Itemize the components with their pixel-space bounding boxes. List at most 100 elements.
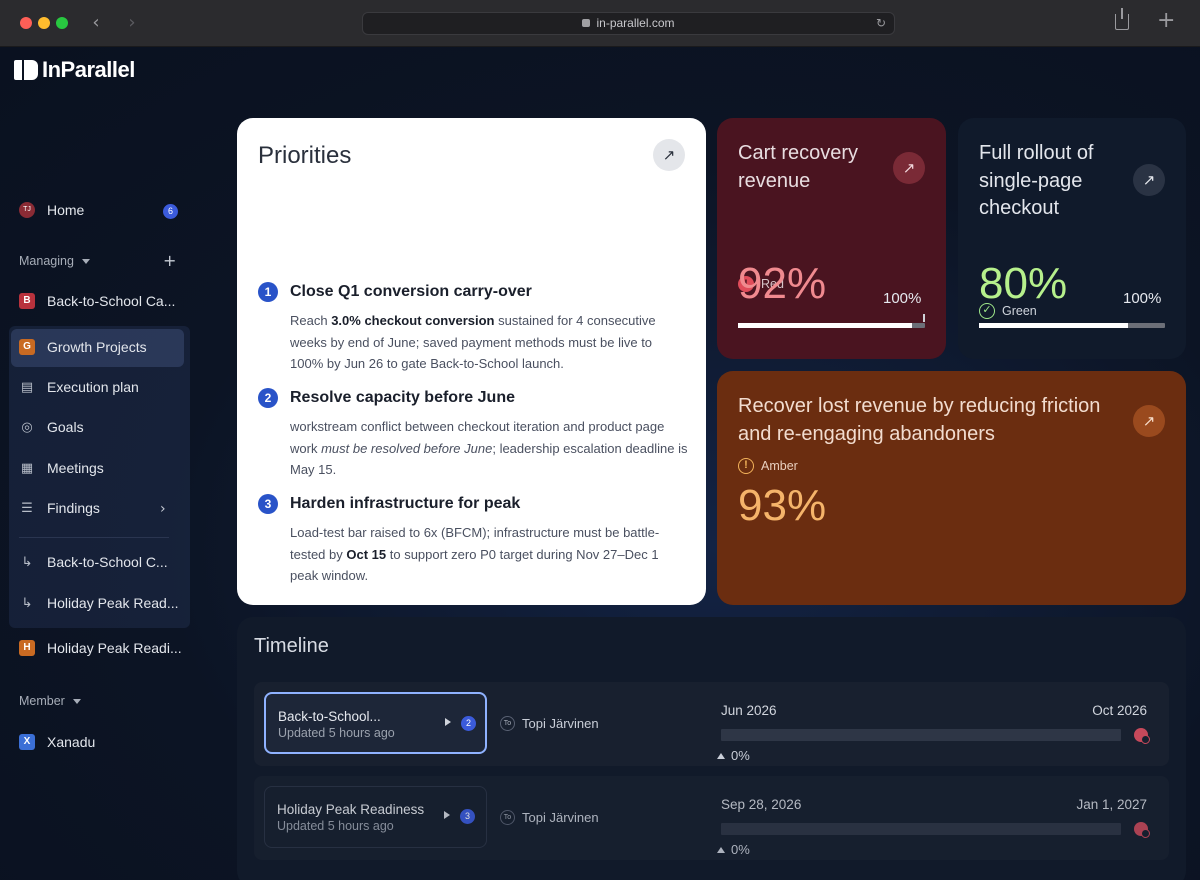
priority-item: 1 Close Q1 conversion carry-over Reach 3… [258, 282, 688, 375]
timeline-track [721, 729, 1121, 741]
single-page-checkout-card[interactable]: Full rollout of single-page checkout ↗ ✓… [958, 118, 1186, 359]
back-arrow-icon[interactable]: ‹ [86, 12, 106, 34]
up-triangle-icon [717, 846, 725, 853]
priorities-title: Priorities [258, 142, 352, 169]
app-window: InParallel TJ Home 6 Managing + B Back-t… [0, 47, 1200, 880]
sub-arrow-icon: ↳ [21, 595, 33, 611]
sidebar-item-holiday-peak[interactable]: H Holiday Peak Readi... [19, 640, 182, 656]
owner-name: Topi Järvinen [522, 716, 599, 731]
metric-target: 100% [883, 290, 922, 307]
project-marker: X [19, 734, 35, 750]
status-label: Amber [761, 459, 798, 473]
sidebar-item-sub-back-to-school[interactable]: ↳ Back-to-School C... [19, 554, 168, 570]
sidebar-item-label: Growth Projects [47, 339, 147, 355]
project-marker: B [19, 293, 35, 309]
priority-item: 3 Harden infrastructure for peak Load-te… [258, 494, 688, 587]
end-date: Oct 2026 [1092, 703, 1147, 718]
progress-fill [979, 323, 1128, 328]
sidebar-item-label: Goals [47, 419, 84, 435]
count-badge: 3 [460, 809, 475, 824]
reload-icon[interactable]: ↻ [876, 13, 886, 34]
document-icon: ▤ [20, 379, 34, 395]
risk-icon [1134, 728, 1150, 744]
owner: To Topi Järvinen [500, 810, 599, 825]
progress-bar [979, 323, 1165, 328]
new-tab-icon[interactable]: + [1157, 10, 1175, 32]
priority-number: 1 [258, 282, 278, 302]
caret-down-icon [81, 258, 90, 264]
close-window-button[interactable] [20, 17, 32, 29]
calendar-icon: ▦ [20, 460, 34, 476]
home-count-badge: 6 [163, 204, 178, 219]
sidebar-item-findings[interactable]: ☰ Findings [19, 500, 100, 516]
forward-arrow-icon[interactable]: › [122, 12, 142, 34]
sidebar-item-xanadu[interactable]: X Xanadu [19, 734, 95, 750]
timeline-project-card[interactable]: Holiday Peak Readiness Updated 5 hours a… [264, 786, 487, 848]
owner-name: Topi Järvinen [522, 810, 599, 825]
target-icon: ◎ [21, 419, 33, 435]
caret-down-icon [72, 698, 81, 704]
open-arrow-icon[interactable]: ↗ [653, 139, 685, 171]
progress-bar [738, 323, 925, 328]
sidebar-item-label: Findings [47, 500, 100, 516]
open-arrow-icon[interactable]: ↗ [1133, 405, 1165, 437]
logo-mark-icon [14, 60, 38, 80]
project-marker: H [19, 640, 35, 656]
avatar: To [500, 810, 515, 825]
section-label: Member [19, 694, 65, 708]
warning-icon: ! [738, 458, 754, 474]
sidebar-item-label: Home [47, 202, 85, 218]
progress-label: 0% [731, 842, 750, 857]
sidebar-item-label: Xanadu [47, 734, 96, 750]
sidebar-item-growth-projects[interactable]: G Growth Projects [19, 339, 147, 355]
growth-projects-group [9, 326, 190, 628]
project-updated: Updated 5 hours ago [277, 819, 394, 833]
metric-target: 100% [1123, 290, 1162, 307]
progress-indicator: 0% [717, 748, 750, 763]
metric-title: Cart recovery revenue [738, 142, 859, 192]
timeline-panel: Timeline Back-to-School... Updated 5 hou… [237, 617, 1186, 880]
sidebar-item-label: Back-to-School C... [47, 554, 168, 570]
share-icon[interactable] [1115, 8, 1129, 30]
sidebar-item-meetings[interactable]: ▦ Meetings [19, 460, 104, 476]
add-plus-icon[interactable]: + [163, 251, 176, 270]
project-name: Back-to-School... [278, 709, 381, 724]
progress-fill [738, 323, 912, 328]
timeline-title: Timeline [254, 635, 329, 657]
browser-chrome: ‹ › in-parallel.com ↻ + [0, 0, 1200, 47]
start-date: Sep 28, 2026 [721, 797, 802, 812]
minimize-window-button[interactable] [38, 17, 50, 29]
timeline-project-card[interactable]: Back-to-School... Updated 5 hours ago 2 [264, 692, 487, 754]
priority-title: Resolve capacity before June [290, 389, 515, 406]
sidebar-item-home[interactable]: TJ Home [19, 202, 84, 218]
progress-indicator: 0% [717, 842, 750, 857]
priority-description: workstream conflict between checkout ite… [290, 419, 688, 477]
metric-value: 92% [738, 259, 827, 308]
recover-revenue-card[interactable]: Recover lost revenue by reducing frictio… [717, 371, 1186, 605]
chevron-right-icon[interactable]: › [160, 501, 166, 517]
open-arrow-icon[interactable]: ↗ [1133, 164, 1165, 196]
sidebar-item-sub-holiday-peak[interactable]: ↳ Holiday Peak Read... [19, 595, 179, 611]
count-badge: 2 [461, 716, 476, 731]
owner: To Topi Järvinen [500, 716, 599, 731]
member-section-toggle[interactable]: Member [19, 694, 81, 708]
expand-caret-icon[interactable] [444, 811, 450, 819]
expand-caret-icon[interactable] [445, 718, 451, 726]
cart-recovery-card[interactable]: Cart recovery revenue ↗ ! Red 92% 100% [717, 118, 946, 359]
address-bar[interactable]: in-parallel.com ↻ [362, 12, 895, 35]
sidebar-item-back-to-school[interactable]: B Back-to-School Ca... [19, 293, 175, 309]
end-date: Jan 1, 2027 [1076, 797, 1147, 812]
list-icon: ☰ [21, 500, 33, 516]
timeline-track [721, 823, 1121, 835]
app-logo[interactable]: InParallel [14, 57, 135, 83]
managing-section-toggle[interactable]: Managing [19, 254, 90, 268]
section-label: Managing [19, 254, 74, 268]
sidebar-item-execution-plan[interactable]: ▤ Execution plan [19, 379, 139, 395]
sidebar-item-label: Execution plan [47, 379, 139, 395]
logo-text: InParallel [42, 57, 135, 82]
open-arrow-icon[interactable]: ↗ [893, 152, 925, 184]
maximize-window-button[interactable] [56, 17, 68, 29]
priorities-card: Priorities ↗ 1 Close Q1 conversion carry… [237, 118, 706, 605]
sidebar-item-goals[interactable]: ◎ Goals [19, 419, 84, 435]
timeline-row: Back-to-School... Updated 5 hours ago 2 … [254, 682, 1169, 766]
